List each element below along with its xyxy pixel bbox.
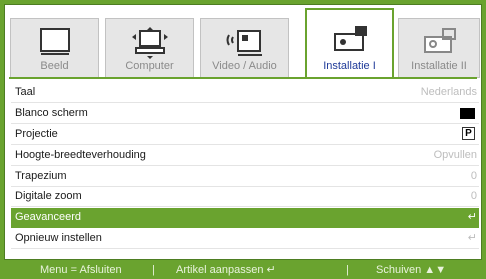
tab-label: Installatie I (323, 60, 376, 72)
menu-item-aspect-ratio[interactable]: Hoogte-breedteverhouding Opvullen (11, 146, 479, 166)
settings-list: Taal Nederlands Blanco scherm Projectie … (11, 83, 479, 250)
tab-label: Computer (125, 60, 174, 72)
screen-icon (39, 28, 70, 55)
enter-icon: ↵ (467, 211, 477, 224)
menu-item-opnieuw-instellen[interactable]: Opnieuw instellen ↵ (11, 229, 479, 250)
projector-icon (333, 26, 367, 51)
tab-beeld[interactable]: Beeld (10, 18, 99, 78)
footer-separator: | (152, 264, 155, 276)
menu-item-digitale-zoom[interactable]: Digitale zoom 0 (11, 187, 479, 208)
footer-hint-bar: Menu = Afsluiten | Artikel aanpassen ↵ |… (0, 262, 486, 279)
menu-item-geavanceerd[interactable]: Geavanceerd ↵ (11, 208, 479, 229)
menu-item-label: Taal (15, 86, 36, 98)
menu-item-label: Projectie (15, 127, 58, 140)
osd-menu-panel: Beeld Computer Video / Audio Installatie… (4, 4, 482, 260)
menu-item-trapezium[interactable]: Trapezium 0 (11, 167, 479, 187)
menu-item-label: Digitale zoom (15, 190, 82, 203)
black-square-indicator (460, 107, 475, 119)
menu-item-label: Opnieuw instellen (15, 232, 102, 245)
menu-exit-hint: Menu = Afsluiten (40, 264, 122, 276)
menu-item-taal[interactable]: Taal Nederlands (11, 83, 479, 103)
tab-computer[interactable]: Computer (105, 18, 194, 78)
tab-divider (9, 77, 477, 79)
computer-icon (131, 27, 168, 59)
menu-item-label: Blanco scherm (15, 106, 88, 119)
move-hint: Schuiven ▲▼ (376, 264, 447, 276)
menu-item-value: 0 (470, 169, 477, 182)
menu-item-value: 0 (470, 190, 477, 203)
tab-video-audio[interactable]: Video / Audio (200, 18, 289, 78)
projector-icon (424, 28, 456, 53)
menu-item-label: Trapezium (15, 169, 67, 182)
menu-item-value: Opvullen (433, 148, 477, 161)
projection-mode-indicator: P (462, 126, 475, 140)
enter-icon: ↵ (467, 232, 477, 245)
menu-item-label: Hoogte-breedteverhouding (15, 148, 146, 161)
osd-screen: Beeld Computer Video / Audio Installatie… (0, 0, 486, 279)
menu-item-label: Geavanceerd (15, 211, 82, 224)
tab-installatie-ii[interactable]: Installatie II (398, 18, 480, 78)
adjust-hint: Artikel aanpassen ↵ (176, 264, 276, 276)
tab-label: Beeld (40, 60, 69, 72)
menu-item-projectie[interactable]: Projectie P (11, 125, 479, 145)
footer-separator: | (346, 264, 349, 276)
menu-item-value: Nederlands (420, 86, 477, 98)
tab-label: Installatie II (411, 60, 467, 72)
tab-label: Video / Audio (212, 60, 277, 72)
video-audio-icon (226, 30, 262, 56)
menu-item-blanco-scherm[interactable]: Blanco scherm (11, 104, 479, 124)
tab-installatie-i[interactable]: Installatie I (305, 8, 394, 78)
